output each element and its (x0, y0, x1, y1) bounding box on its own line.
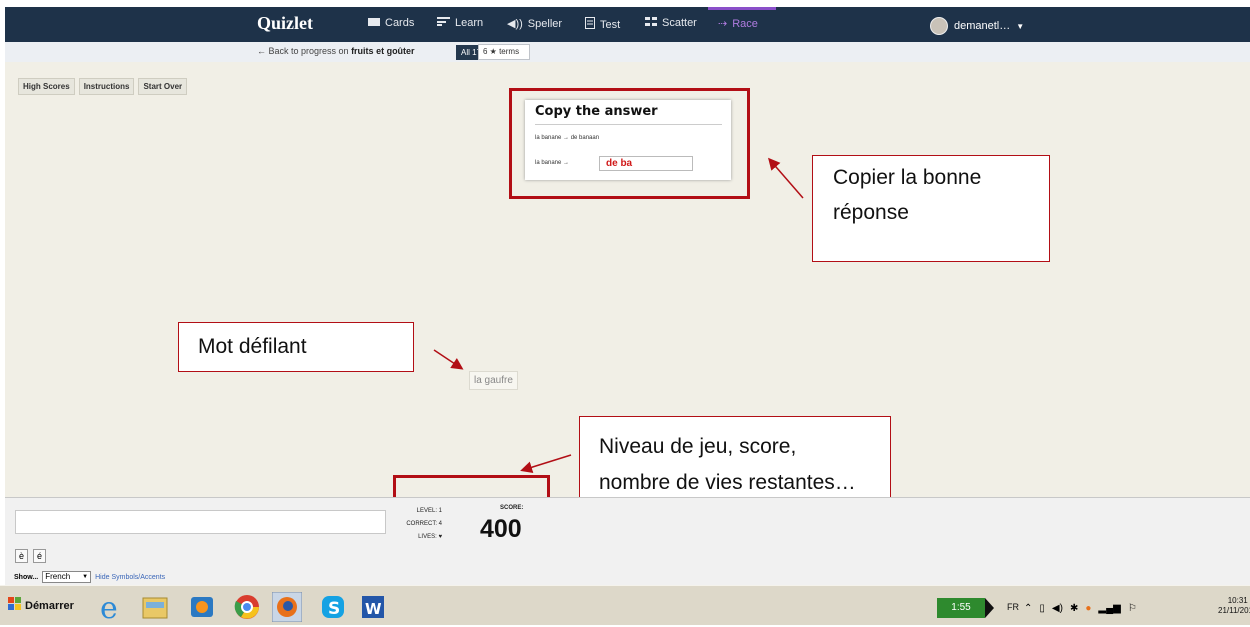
start-label: Démarrer (25, 599, 74, 612)
word-icon[interactable]: W (358, 592, 388, 622)
file-explorer-icon[interactable] (140, 592, 170, 622)
svg-text:e: e (100, 592, 118, 622)
timer-badge[interactable]: 1:55 (937, 598, 985, 618)
timer-arrow-icon (985, 598, 994, 618)
volume-icon[interactable]: ◀) (1052, 603, 1063, 614)
accent-e-acute-button[interactable]: é (33, 549, 46, 563)
chrome-icon[interactable] (232, 592, 262, 622)
chevron-down-icon: ▼ (82, 574, 89, 580)
score-label: SCORE: (500, 505, 524, 511)
arrow-to-copy-panel (768, 157, 804, 199)
game-stats: LEVEL: 1 CORRECT: 4 LIVES: ♥ (402, 505, 442, 544)
answer-input[interactable] (15, 510, 386, 534)
usb-icon[interactable]: ▯ (1039, 603, 1045, 614)
windows-logo-icon (8, 597, 22, 614)
flag-icon[interactable]: ⚐ (1128, 603, 1137, 614)
language-select[interactable]: French ▼ (42, 571, 92, 583)
accent-e-grave-button[interactable]: è (15, 549, 28, 563)
language-show-row: Show... French ▼ Hide Symbols/Accents (14, 571, 165, 583)
language-value: French (45, 572, 71, 581)
signal-icon[interactable]: ▂▄▆ (1098, 603, 1120, 614)
avast-icon[interactable]: ● (1085, 603, 1091, 614)
keyboard-language-indicator[interactable]: FR (1007, 602, 1019, 612)
level-label: LEVEL: 1 (416, 508, 442, 514)
hide-symbols-link[interactable]: Hide Symbols/Accents (95, 574, 165, 581)
media-player-icon[interactable] (187, 592, 217, 622)
show-label: Show... (14, 573, 39, 581)
ie-icon[interactable]: e (97, 591, 127, 626)
arrow-to-score (520, 454, 572, 474)
score-value: 400 (480, 515, 522, 543)
tray-expand-icon[interactable]: ⌃ (1024, 603, 1032, 614)
clock-date: 21/11/2014 (1218, 606, 1250, 615)
arrow-to-falling-word (433, 349, 464, 370)
system-clock[interactable]: 10:31 21/11/2014 (1218, 596, 1250, 616)
correct-label: CORRECT: 4 (406, 521, 442, 527)
clock-time: 10:31 (1227, 596, 1248, 605)
start-button[interactable]: Démarrer (8, 597, 74, 614)
network-icon[interactable]: ✱ (1070, 603, 1078, 614)
svg-text:S: S (328, 599, 340, 619)
svg-text:W: W (365, 600, 382, 618)
skype-icon[interactable]: S (318, 592, 348, 622)
firefox-icon[interactable] (271, 591, 303, 623)
system-tray: ⌃ ▯ ◀) ✱ ● ▂▄▆ ⚐ (1024, 597, 1244, 619)
lives-label: LIVES: ♥ (418, 534, 442, 540)
